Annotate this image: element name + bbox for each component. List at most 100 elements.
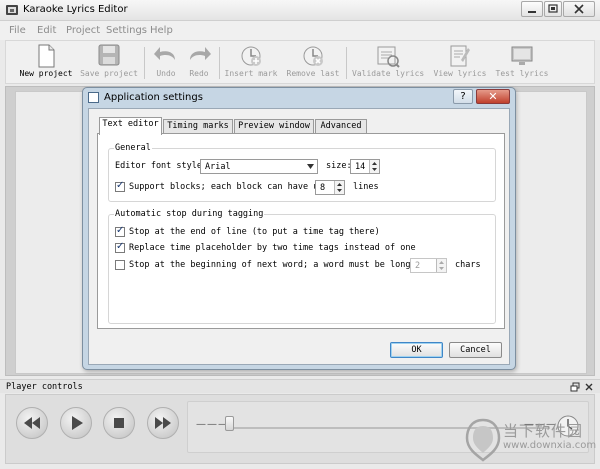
redo-icon (190, 47, 211, 60)
ok-button[interactable]: OK (390, 342, 443, 358)
dialog-title-bar: Application settings ? ✕ (83, 88, 515, 107)
spin-buttons[interactable] (334, 181, 344, 194)
text-editor-panel: General Editor font style: Arial size: 1… (97, 133, 505, 329)
spin-arrows-icon (372, 162, 377, 171)
cancel-button[interactable]: Cancel (449, 342, 502, 358)
spin-arrows-icon (439, 261, 444, 270)
font-style-select[interactable]: Arial (200, 159, 318, 174)
minimize-icon (528, 11, 536, 13)
redo-button[interactable]: Redo (184, 41, 214, 83)
stop-end-of-line-checkbox[interactable]: ✓ (115, 225, 125, 237)
insert-mark-icon (241, 46, 261, 66)
validate-lyrics-button[interactable]: Validate lyrics (352, 41, 424, 83)
tab-text-editor[interactable]: Text editor (99, 117, 162, 135)
block-lines-value: 8 (320, 183, 326, 193)
undo-label: Undo (156, 69, 176, 78)
block-lines-spinbox[interactable]: 8 (315, 180, 345, 195)
tab-timing-marks[interactable]: Timing marks (163, 119, 233, 134)
size-label: size: (326, 161, 352, 171)
save-project-label: Save project (80, 69, 138, 78)
menu-project[interactable]: Project (66, 25, 100, 36)
insert-mark-label: Insert mark (224, 69, 278, 78)
save-icon (98, 44, 120, 66)
min-word-length-spinbox[interactable]: 2 (410, 258, 447, 273)
restore-icon (548, 4, 558, 13)
undo-icon (154, 47, 175, 60)
menu-file[interactable]: File (9, 25, 26, 36)
spin-buttons[interactable] (436, 259, 446, 272)
undo-button[interactable]: Undo (151, 41, 181, 83)
dropdown-arrow-icon (307, 164, 314, 169)
chars-label: chars (455, 260, 481, 270)
stop-next-word-checkbox[interactable] (115, 260, 125, 270)
stop-next-word-label: Stop at the beginning of next word; a wo… (129, 260, 447, 270)
player-controls-title: Player controls (6, 382, 83, 392)
support-blocks-checkbox[interactable]: ✓ (115, 180, 125, 192)
app-icon (6, 5, 18, 15)
stop-icon (114, 418, 124, 428)
test-lyrics-button[interactable]: Test lyrics (492, 41, 552, 83)
validate-lyrics-label: Validate lyrics (352, 69, 425, 78)
watermark-text: 当下软件园 (503, 422, 584, 440)
tab-preview-window[interactable]: Preview window (234, 119, 314, 134)
maximize-button[interactable] (544, 1, 562, 17)
remove-last-label: Remove last (286, 69, 340, 78)
support-blocks-label: Support blocks; each block can have up t… (129, 182, 339, 192)
menu-settings[interactable]: Settings (106, 25, 147, 36)
toolbar-separator (219, 47, 220, 79)
replace-placeholder-checkbox[interactable]: ✓ (115, 241, 125, 253)
font-style-value: Arial (205, 162, 231, 172)
view-lyrics-icon (450, 45, 470, 67)
menu-edit[interactable]: Edit (37, 25, 56, 36)
menu-help[interactable]: Help (150, 25, 173, 36)
dialog-body: Text editor Timing marks Preview window … (88, 108, 510, 365)
watermark: 当下软件园 www.downxia.com (463, 418, 597, 464)
minimize-button[interactable] (521, 1, 543, 17)
menu-bar: File Edit Project Settings Help (0, 21, 600, 40)
fast-forward-icon (155, 417, 171, 429)
play-button[interactable] (60, 407, 92, 439)
stop-end-of-line-label: Stop at the end of line (to put a time t… (129, 227, 380, 237)
checkmark-icon: ✓ (116, 241, 125, 252)
close-window-button[interactable] (563, 1, 595, 17)
toolbar-separator (346, 47, 347, 79)
rewind-button[interactable] (16, 407, 48, 439)
font-style-label: Editor font style: (115, 161, 208, 171)
settings-dialog: Application settings ? ✕ Text editor Tim… (82, 87, 516, 370)
redo-label: Redo (189, 69, 209, 78)
remove-last-button[interactable]: Remove last (286, 41, 340, 83)
seek-slider-handle[interactable] (225, 416, 234, 431)
new-project-button[interactable]: New project (14, 41, 78, 83)
help-button[interactable]: ? (453, 89, 473, 104)
close-icon (574, 4, 584, 14)
close-panel-icon[interactable] (584, 382, 594, 392)
view-lyrics-button[interactable]: View lyrics (430, 41, 490, 83)
font-size-value: 14 (355, 162, 366, 172)
save-project-button[interactable]: Save project (80, 41, 138, 83)
min-word-length-value: 2 (415, 261, 421, 271)
insert-mark-button[interactable]: Insert mark (224, 41, 278, 83)
dialog-title: Application settings (104, 92, 203, 103)
monitor-icon (511, 46, 533, 65)
view-lyrics-label: View lyrics (433, 69, 487, 78)
font-size-spinbox[interactable]: 14 (350, 159, 380, 174)
new-document-icon (38, 44, 55, 68)
checkmark-icon: ✓ (116, 180, 125, 191)
automatic-stop-group-label: Automatic stop during tagging (114, 209, 265, 219)
tab-advanced[interactable]: Advanced (315, 119, 367, 134)
window-title: Karaoke Lyrics Editor (23, 4, 128, 15)
watermark-logo-icon (465, 418, 501, 462)
spin-buttons[interactable] (369, 160, 379, 173)
stop-button[interactable] (103, 407, 135, 439)
validate-icon (377, 46, 400, 68)
test-lyrics-label: Test lyrics (495, 69, 549, 78)
fast-forward-button[interactable] (147, 407, 179, 439)
spin-arrows-icon (337, 183, 342, 192)
new-project-label: New project (19, 69, 73, 78)
replace-placeholder-label: Replace time placeholder by two time tag… (129, 243, 416, 253)
watermark-url: www.downxia.com (503, 440, 597, 451)
toolbar-separator (144, 47, 145, 79)
play-icon (72, 416, 83, 430)
dialog-close-button[interactable]: ✕ (476, 89, 510, 104)
undock-icon[interactable] (570, 382, 580, 392)
